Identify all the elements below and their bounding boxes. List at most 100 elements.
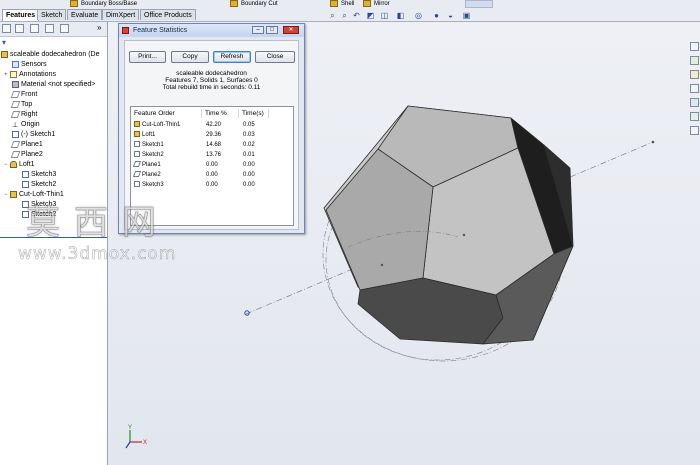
sketch-icon	[12, 130, 19, 138]
plane-icon	[10, 100, 21, 108]
column-header-feature-order[interactable]: Feature Order	[134, 110, 175, 118]
filter-icon[interactable]: ▾	[2, 38, 6, 47]
dialog-titlebar[interactable]: Feature Statistics – □ ✕	[119, 24, 304, 37]
tree-item-material[interactable]: Material <not specified>	[12, 80, 95, 90]
sketch-point	[651, 140, 655, 144]
refresh-button[interactable]: Refresh	[213, 51, 251, 63]
ribbon-active-slot[interactable]	[465, 0, 493, 8]
list-row[interactable]: Cut-Loft-Thin1 42.20 0.05	[133, 120, 291, 130]
task-pane	[689, 42, 700, 135]
list-row[interactable]: Loft1 29.36 0.03	[133, 130, 291, 140]
tree-item-front[interactable]: Front	[10, 90, 37, 100]
list-row[interactable]: Sketch1 14.68 0.02	[133, 140, 291, 150]
tree-item-sketch1[interactable]: (-) Sketch1	[12, 130, 55, 140]
edit-appearance-icon[interactable]: ●	[432, 11, 441, 20]
mirror-button[interactable]: Mirror	[363, 0, 390, 8]
view-palette-icon[interactable]	[690, 98, 699, 107]
dimxpert-manager-tab-icon[interactable]	[45, 24, 54, 33]
loft-icon	[134, 131, 140, 138]
tab-evaluate[interactable]: Evaluate	[67, 9, 103, 20]
tree-item-loft1[interactable]: − Loft1	[4, 160, 35, 170]
appearances-icon[interactable]	[690, 112, 699, 121]
list-row[interactable]: Sketch3 0.00 0.00	[133, 180, 291, 190]
annotations-icon	[10, 70, 17, 78]
tree-item-part[interactable]: scaleable dodecahedron (De	[1, 50, 100, 60]
design-library-icon[interactable]	[690, 56, 699, 65]
list-row[interactable]: Sketch2 13.76 0.01	[133, 150, 291, 160]
property-manager-tab-icon[interactable]	[15, 24, 24, 33]
tab-office-products[interactable]: Office Products	[140, 9, 196, 20]
file-explorer-icon[interactable]	[690, 70, 699, 79]
dodecahedron-model	[323, 105, 574, 345]
reference-triad: Y X	[125, 425, 147, 449]
zoom-area-icon[interactable]: ⌕	[340, 11, 349, 20]
cut-loft-icon	[10, 190, 17, 198]
tab-dimxpert[interactable]: DimXpert	[102, 9, 140, 20]
print-button[interactable]: Print...	[129, 51, 166, 63]
tree-item-annotations[interactable]: + Annotations	[4, 70, 56, 80]
plane-icon	[10, 150, 21, 158]
view-orientation-icon[interactable]: ◫	[380, 11, 389, 20]
view-settings-icon[interactable]: ▣	[462, 11, 471, 20]
column-header-time-pct[interactable]: Time %	[205, 110, 227, 118]
apply-scene-icon[interactable]: ◒	[446, 11, 455, 20]
tab-features[interactable]: Features	[2, 9, 40, 21]
tree-item-plane2[interactable]: Plane2	[10, 150, 43, 160]
custom-properties-icon[interactable]	[690, 126, 699, 135]
sketch-icon	[134, 141, 140, 148]
sketch-icon	[134, 151, 140, 158]
tree-item-loft1-sketch2[interactable]: Sketch2	[22, 180, 56, 190]
tree-item-right[interactable]: Right	[10, 110, 37, 120]
feature-statistics-icon	[122, 27, 129, 34]
hide-show-items-icon[interactable]: ◎	[414, 11, 423, 20]
boundary-boss-base-button[interactable]: Boundary Boss/Base	[70, 0, 137, 8]
solidworks-resources-icon[interactable]	[690, 42, 699, 51]
plane-icon	[10, 140, 21, 148]
previous-view-icon[interactable]: ↶	[352, 11, 361, 20]
close-window-button[interactable]: ✕	[283, 26, 299, 34]
plane-icon	[132, 171, 142, 178]
tree-item-sensors[interactable]: Sensors	[12, 60, 47, 70]
list-row[interactable]: Plane2 0.00 0.00	[132, 170, 291, 180]
material-icon	[12, 80, 19, 88]
watermark-url: www.3dmox.com	[18, 244, 177, 265]
zoom-to-fit-icon[interactable]: ⌕	[328, 11, 337, 20]
sketch-icon	[22, 180, 29, 188]
dialog-title: Feature Statistics	[133, 27, 188, 34]
list-row[interactable]: Plane1 0.00 0.00	[132, 160, 291, 170]
sketch-icon	[22, 170, 29, 178]
search-icon[interactable]	[690, 84, 699, 93]
overflow-chevron-icon[interactable]: »	[97, 23, 101, 32]
tree-item-loft1-sketch3[interactable]: Sketch3	[22, 170, 56, 180]
configuration-manager-tab-icon[interactable]	[30, 24, 39, 33]
plane-icon	[132, 161, 142, 168]
triad-y-label: Y	[128, 425, 132, 431]
column-header-time-s[interactable]: Time(s)	[242, 110, 264, 118]
tree-item-top[interactable]: Top	[10, 100, 32, 110]
tree-item-plane1[interactable]: Plane1	[10, 140, 43, 150]
tree-item-origin[interactable]: ⊥ Origin	[12, 120, 40, 130]
close-button[interactable]: Close	[255, 51, 295, 63]
boundary-cut-icon	[230, 0, 238, 7]
section-view-icon[interactable]: ◩	[366, 11, 375, 20]
rebuild-time: Total rebuild time in seconds: 0.11	[162, 84, 261, 91]
feature-manager-tab-icon[interactable]	[2, 24, 11, 33]
feature-manager-toolbar: »	[0, 22, 107, 37]
boundary-boss-icon	[70, 0, 78, 7]
shell-button[interactable]: Shell	[330, 0, 354, 8]
sketch-icon	[134, 181, 140, 188]
part-icon	[1, 50, 8, 58]
display-manager-tab-icon[interactable]	[60, 24, 69, 33]
shell-icon	[330, 0, 338, 7]
command-ribbon: Boundary Boss/Base Boundary Cut Shell Mi…	[0, 0, 700, 8]
boundary-cut-button[interactable]: Boundary Cut	[230, 0, 278, 8]
display-style-icon[interactable]: ◧	[396, 11, 405, 20]
tab-sketch[interactable]: Sketch	[37, 9, 67, 20]
mirror-icon	[363, 0, 371, 7]
cut-loft-icon	[134, 121, 140, 128]
maximize-button[interactable]: □	[266, 26, 278, 34]
copy-button[interactable]: Copy	[171, 51, 209, 63]
minimize-button[interactable]: –	[252, 26, 264, 34]
loft-icon	[10, 160, 17, 168]
sensors-icon	[12, 60, 19, 68]
